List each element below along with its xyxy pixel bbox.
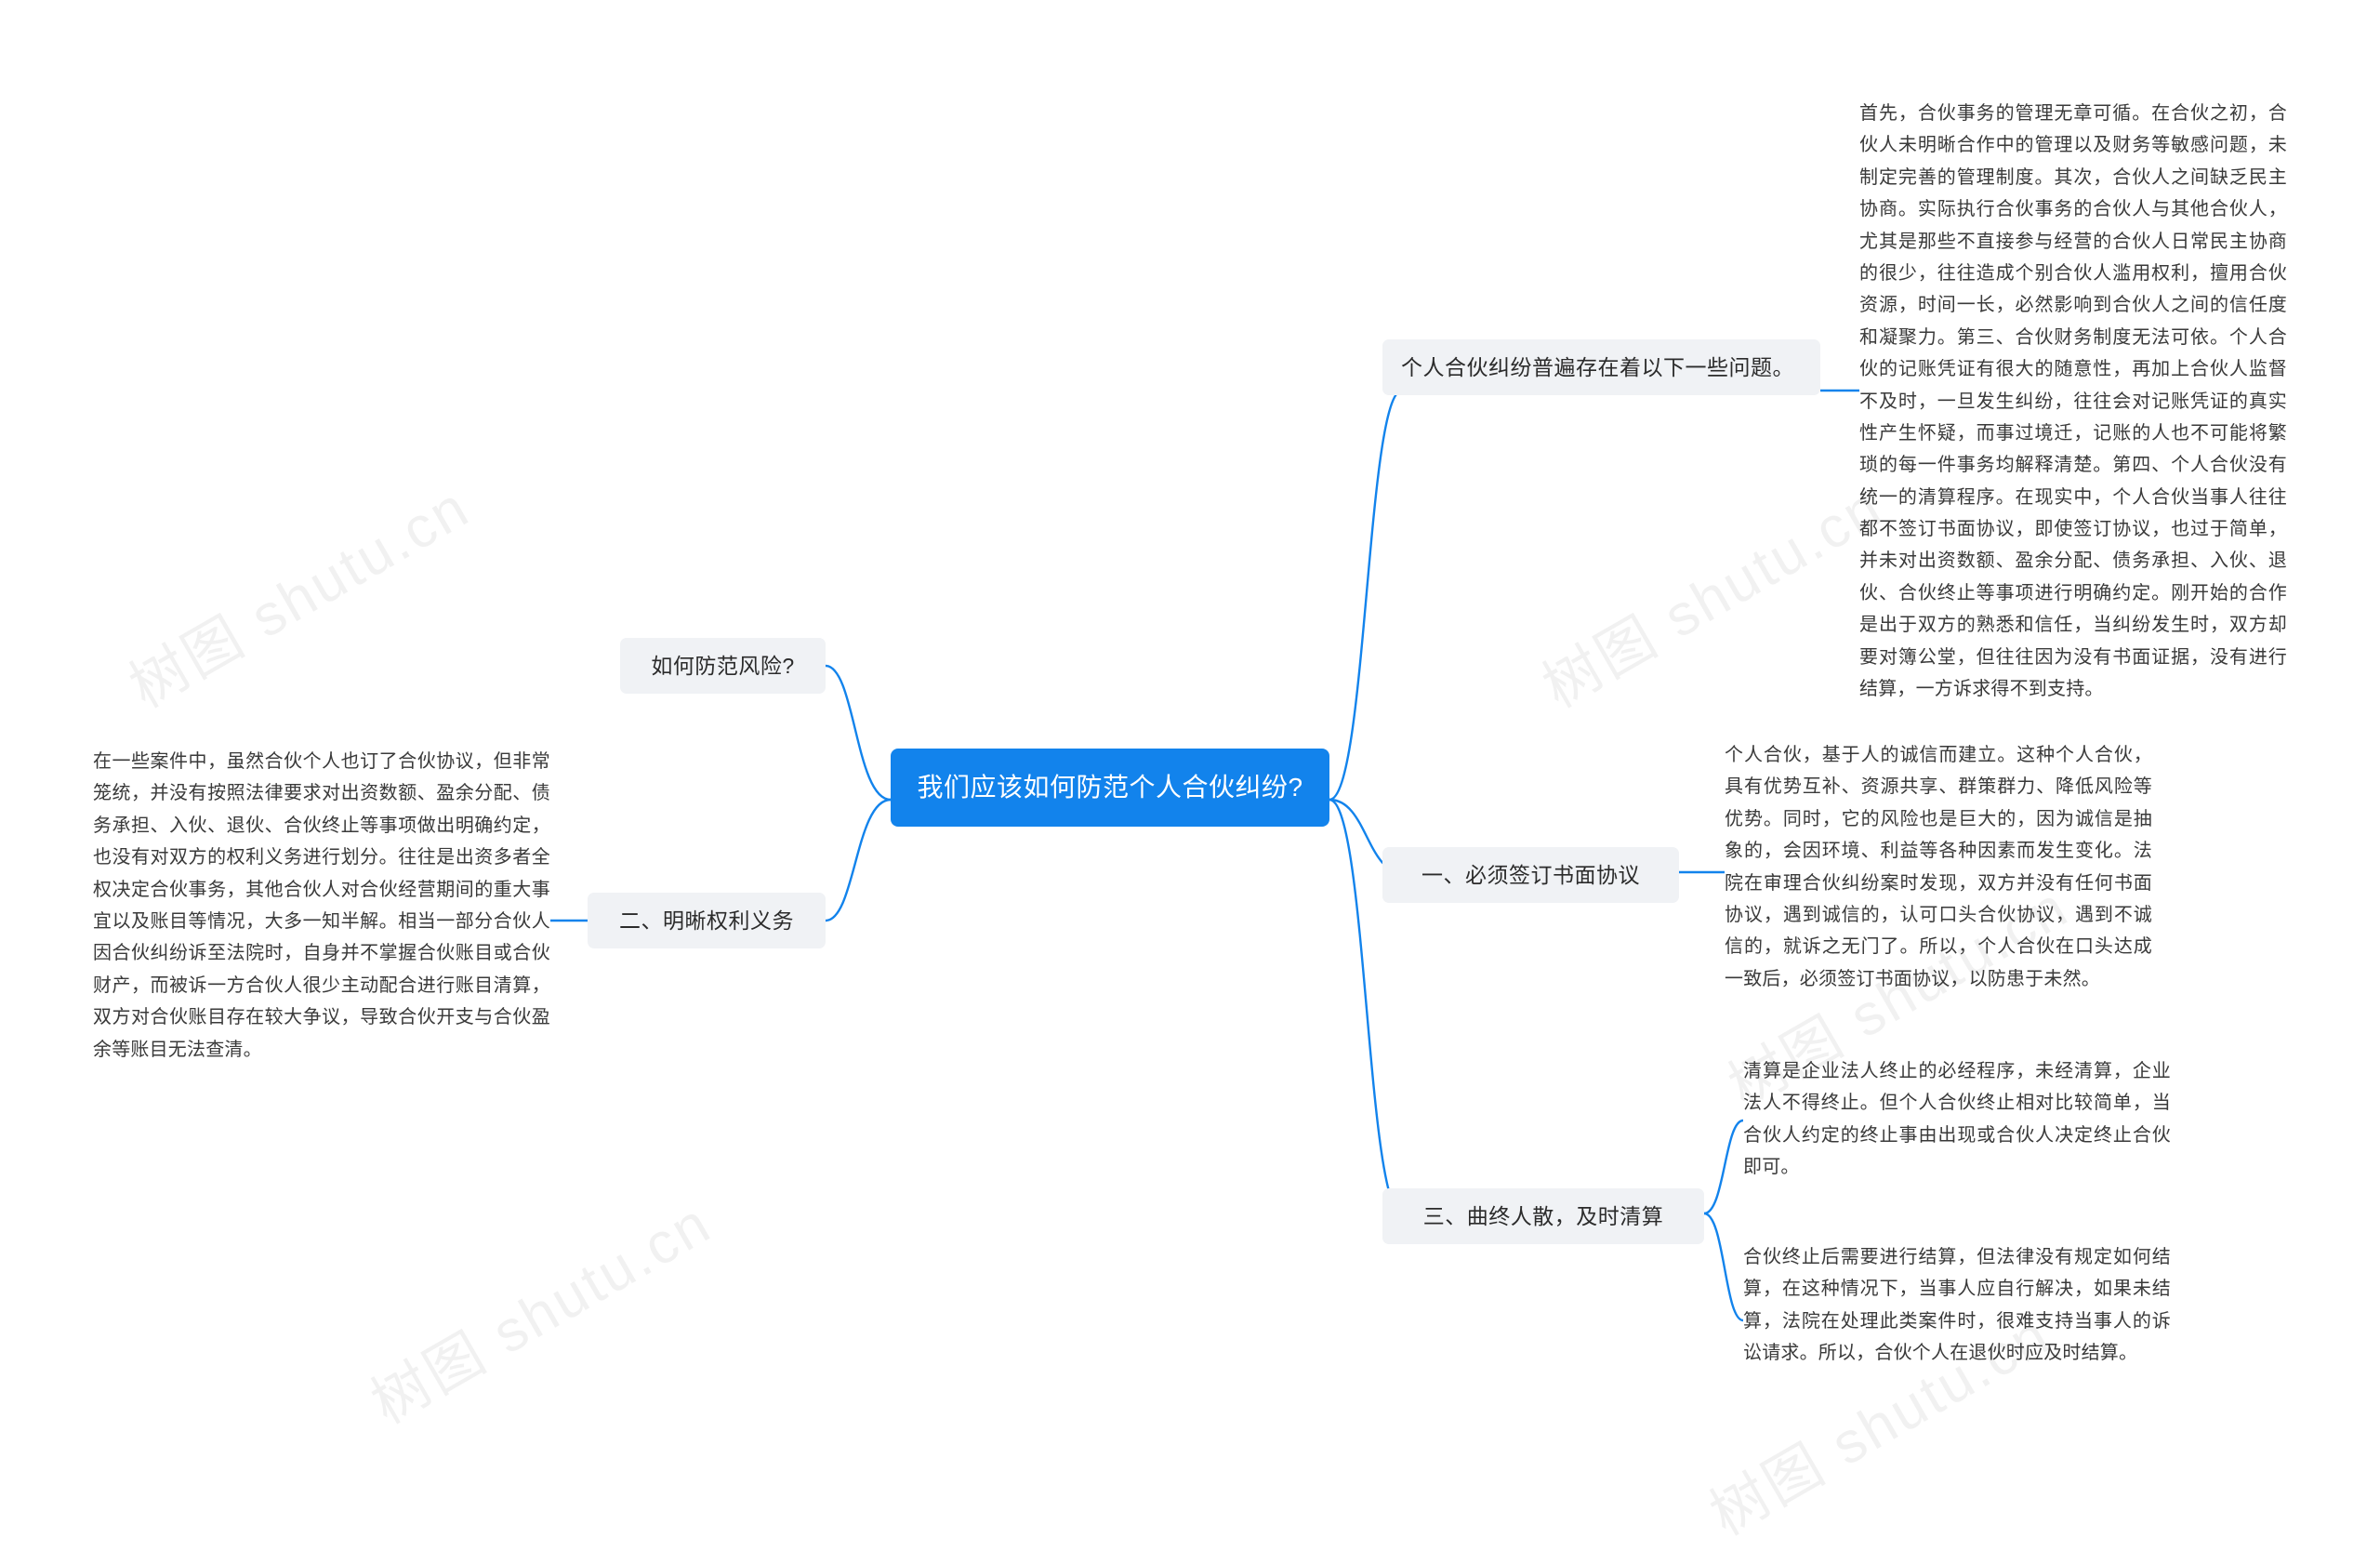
text-block-written-agreement-detail: 个人合伙，基于人的诚信而建立。这种个人合伙，具有优势互补、资源共享、群策群力、降… — [1725, 745, 2152, 989]
root-node[interactable]: 我们应该如何防范个人合伙纠纷? — [891, 749, 1329, 827]
branch-node-common-problems[interactable]: 个人合伙纠纷普遍存在着以下一些问题。 — [1382, 339, 1820, 396]
branch-node-timely-liquidation[interactable]: 三、曲终人散，及时清算 — [1382, 1188, 1704, 1245]
branch-node-how-to-prevent-risk[interactable]: 如何防范风险? — [620, 638, 826, 695]
branch-node-written-agreement[interactable]: 一、必须签订书面协议 — [1382, 847, 1679, 904]
text-block-liquidation-detail: 清算是企业法人终止的必经程序，未经清算，企业法人不得终止。但个人合伙终止相对比较… — [1743, 1061, 2171, 1178]
watermark: 树图 shutu.cn — [361, 1190, 722, 1437]
watermark: 树图 shutu.cn — [1532, 474, 1894, 721]
branch-node-clarify-rights[interactable]: 二、明晰权利义务 — [588, 893, 826, 949]
text-block-problems-detail: 首先，合伙事务的管理无章可循。在合伙之初，合伙人未明晰合作中的管理以及财务等敏感… — [1859, 103, 2287, 700]
text-block-settlement-detail: 合伙终止后需要进行结算，但法律没有规定如何结算，在这种情况下，当事人应自行解决，… — [1743, 1247, 2171, 1364]
text-block-case-observations: 在一些案件中，虽然合伙个人也订了合伙协议，但非常笼统，并没有按照法律要求对出资数… — [93, 751, 550, 1060]
mindmap-canvas: 树图 shutu.cn 树图 shutu.cn 树图 shutu.cn 树图 s… — [0, 0, 2380, 1547]
watermark: 树图 shutu.cn — [119, 474, 481, 721]
